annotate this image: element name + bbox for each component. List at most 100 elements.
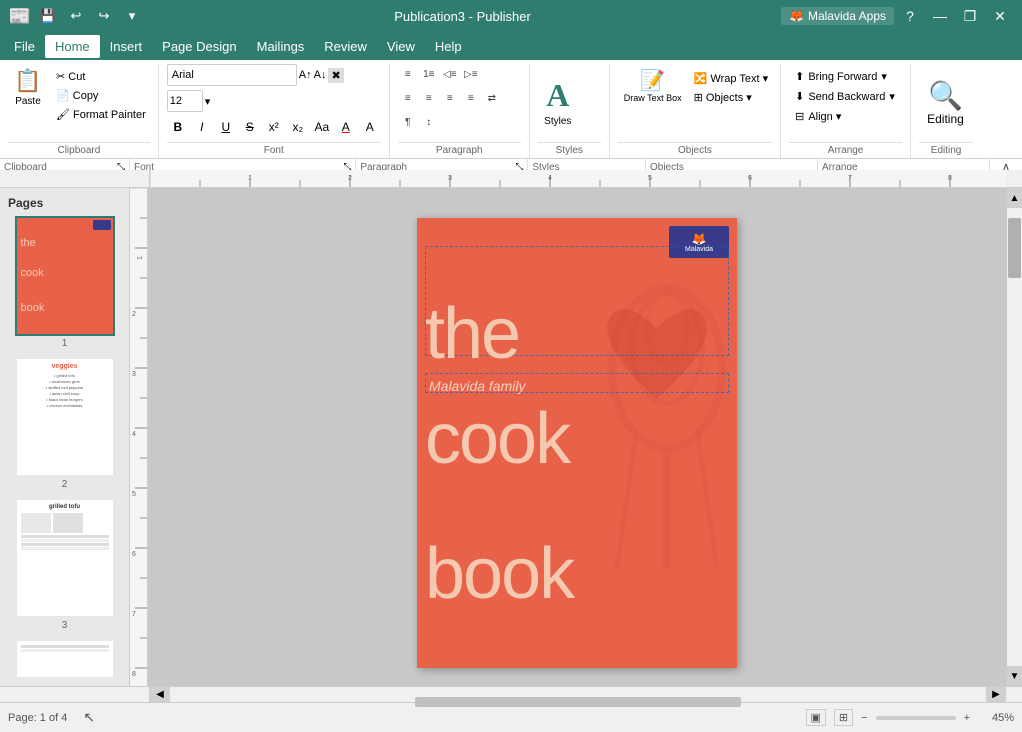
- show-hide-button[interactable]: ¶: [398, 112, 418, 132]
- scroll-right-button[interactable]: ▶: [986, 687, 1006, 702]
- line-spacing-button[interactable]: ↕: [419, 112, 439, 132]
- view-layout-button[interactable]: ⊞: [834, 709, 853, 726]
- undo-button[interactable]: ↩: [64, 4, 88, 28]
- close-button[interactable]: ✕: [986, 2, 1014, 30]
- numbering-button[interactable]: 1≡: [419, 64, 439, 84]
- page-thumb-num-2: 2: [4, 479, 125, 490]
- qat-dropdown[interactable]: ▾: [120, 4, 144, 28]
- font-color-button[interactable]: A: [335, 116, 357, 138]
- cover-text-book[interactable]: book: [425, 538, 573, 610]
- editing-button[interactable]: 🔍 Editing: [919, 75, 972, 130]
- copy-button[interactable]: 📄 Copy: [52, 87, 150, 104]
- text-direction-button[interactable]: ⇄: [482, 88, 502, 108]
- zoom-slider[interactable]: [876, 716, 956, 720]
- page2-item-5: • black bean burgers: [21, 397, 109, 402]
- page-thumb-4[interactable]: [4, 639, 125, 679]
- page-thumb-2[interactable]: veggies • grilled tofu • mushroom grns •…: [4, 357, 125, 490]
- para-row-1: ≡ 1≡ ◁≡ ▷≡: [398, 64, 502, 84]
- menu-mailings[interactable]: Mailings: [247, 35, 315, 58]
- subscript-button[interactable]: x₂: [287, 116, 309, 138]
- zoom-out-button[interactable]: −: [861, 712, 867, 724]
- minimize-button[interactable]: —: [926, 2, 954, 30]
- help-button[interactable]: ?: [896, 2, 924, 30]
- font-size-decrease[interactable]: A↓: [314, 69, 327, 81]
- paste-button[interactable]: 📋 Paste: [8, 64, 48, 111]
- text-highlight-button[interactable]: A: [359, 116, 381, 138]
- save-button[interactable]: 💾: [36, 4, 60, 28]
- indent-increase-button[interactable]: ▷≡: [461, 64, 481, 84]
- font-size-input[interactable]: [167, 90, 203, 112]
- strikethrough-button[interactable]: S: [239, 116, 261, 138]
- italic-button[interactable]: I: [191, 116, 213, 138]
- page-thumb-img-4: [15, 639, 115, 679]
- svg-text:5: 5: [132, 491, 136, 498]
- align-left-button[interactable]: ≡: [398, 88, 418, 108]
- justify-button[interactable]: ≡: [461, 88, 481, 108]
- paste-label: Paste: [15, 96, 41, 107]
- redo-button[interactable]: ↪: [92, 4, 116, 28]
- h-scrollbar-thumb[interactable]: [415, 697, 741, 707]
- view-normal-button[interactable]: ▣: [806, 709, 826, 726]
- svg-text:6: 6: [748, 175, 752, 182]
- indent-decrease-button[interactable]: ◁≡: [440, 64, 460, 84]
- superscript-button[interactable]: x²: [263, 116, 285, 138]
- font-size-increase[interactable]: A↑: [299, 69, 312, 81]
- draw-text-box-button[interactable]: 📝 Draw Text Box: [618, 64, 688, 107]
- font-size-dropdown[interactable]: ▾: [205, 95, 211, 108]
- cut-button[interactable]: ✂ Cut: [52, 68, 150, 85]
- bold-button[interactable]: B: [167, 116, 189, 138]
- cover-text-family[interactable]: Malavida family: [429, 378, 525, 394]
- paragraph-label: Paragraph: [398, 142, 521, 158]
- menu-view[interactable]: View: [377, 35, 425, 58]
- right-scrollbar[interactable]: ▲ ▼: [1006, 188, 1022, 686]
- objects-dropdown-button[interactable]: ⊞ Objects ▾: [690, 89, 756, 106]
- cover-text-the[interactable]: the: [425, 298, 519, 370]
- scrollbar-thumb[interactable]: [1008, 218, 1021, 278]
- svg-text:8: 8: [948, 175, 952, 182]
- svg-text:6: 6: [132, 551, 136, 558]
- svg-text:8: 8: [132, 671, 136, 678]
- publisher-icon: 📰: [8, 4, 32, 28]
- menu-review[interactable]: Review: [314, 35, 377, 58]
- menu-insert[interactable]: Insert: [100, 35, 153, 58]
- format-painter-button[interactable]: 🖌 Format Painter: [52, 106, 150, 123]
- scrollbar-track[interactable]: [1007, 208, 1022, 666]
- publication-canvas[interactable]: 🦊 Malavida the Malavida family cook book: [417, 218, 737, 668]
- brand-badge: 🦊 Malavida Apps: [781, 7, 894, 25]
- status-right: ▣ ⊞ − + 45%: [806, 709, 1015, 726]
- page2-item-2: • mushroom grns: [21, 379, 109, 384]
- change-case-button[interactable]: Aa: [311, 116, 333, 138]
- page-thumb-1[interactable]: the cook book 1: [4, 216, 125, 349]
- ruler-scrollbar-corner: [1006, 170, 1022, 187]
- underline-button[interactable]: U: [215, 116, 237, 138]
- bring-forward-dropdown[interactable]: ▾: [881, 70, 887, 83]
- align-button[interactable]: ⊟ Align ▾: [789, 108, 901, 125]
- font-family-select[interactable]: [167, 64, 297, 86]
- h-scrollbar[interactable]: ◀ ▶: [150, 687, 1006, 702]
- cover-text-cook[interactable]: cook: [425, 403, 569, 475]
- align-right-button[interactable]: ≡: [440, 88, 460, 108]
- bring-forward-button[interactable]: ⬆ Bring Forward ▾: [789, 68, 901, 85]
- send-backward-dropdown[interactable]: ▾: [889, 90, 895, 103]
- scroll-down-button[interactable]: ▼: [1007, 666, 1022, 686]
- maximize-button[interactable]: ❐: [956, 2, 984, 30]
- send-backward-button[interactable]: ⬇ Send Backward ▾: [789, 88, 901, 105]
- styles-button[interactable]: A Styles: [538, 73, 578, 131]
- wrap-text-button[interactable]: 🔀 Wrap Text ▾: [690, 70, 772, 87]
- align-center-button[interactable]: ≡: [419, 88, 439, 108]
- objects-row-1: 📝 Draw Text Box 🔀 Wrap Text ▾ ⊞ Objects …: [618, 64, 772, 107]
- menu-file[interactable]: File: [4, 35, 45, 58]
- scroll-up-button[interactable]: ▲: [1007, 188, 1022, 208]
- page-thumb-3[interactable]: grilled tofu 3: [4, 498, 125, 631]
- scroll-left-button[interactable]: ◀: [150, 687, 170, 702]
- malavida-logo-icon: 🦊: [692, 232, 707, 246]
- ribbon: 📋 Paste ✂ Cut 📄 Copy 🖌 Format Painter Cl…: [0, 60, 1022, 170]
- bring-forward-icon: ⬆: [795, 70, 804, 83]
- svg-text:3: 3: [132, 371, 136, 378]
- menu-page-design[interactable]: Page Design: [152, 35, 246, 58]
- clear-format-button[interactable]: ✖: [328, 68, 343, 83]
- menu-help[interactable]: Help: [425, 35, 472, 58]
- bullets-button[interactable]: ≡: [398, 64, 418, 84]
- menu-home[interactable]: Home: [45, 35, 100, 58]
- zoom-in-button[interactable]: +: [964, 712, 970, 724]
